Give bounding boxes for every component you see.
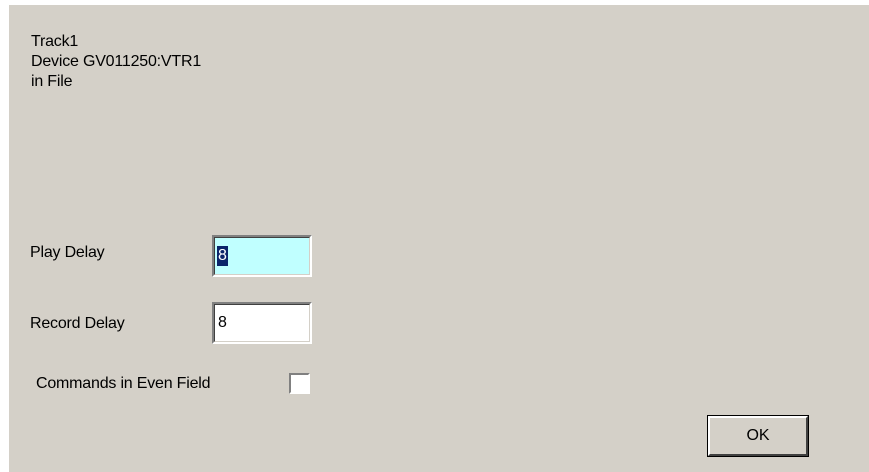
record-delay-input-inner [214, 304, 310, 342]
commands-even-field-checkbox[interactable] [289, 373, 310, 394]
play-delay-input[interactable]: 8 [212, 235, 312, 277]
record-delay-label: Record Delay [30, 315, 125, 332]
record-delay-input[interactable]: 8 [212, 302, 312, 344]
commands-even-field-label: Commands in Even Field [36, 375, 211, 392]
ok-button-label: OK [746, 427, 770, 444]
device-location: in File [31, 73, 73, 90]
settings-dialog: Track1 Device GV011250:VTR1 in File Play… [9, 5, 869, 472]
track-info: Track1 Device GV011250:VTR1 in File [31, 32, 201, 92]
play-delay-value: 8 [217, 246, 228, 266]
track-name: Track1 [31, 33, 79, 50]
device-name: Device GV011250:VTR1 [31, 53, 202, 70]
ok-button[interactable]: OK [708, 416, 808, 456]
play-delay-label: Play Delay [30, 244, 105, 261]
record-delay-value: 8 [218, 314, 227, 331]
play-delay-input-inner [214, 237, 310, 275]
